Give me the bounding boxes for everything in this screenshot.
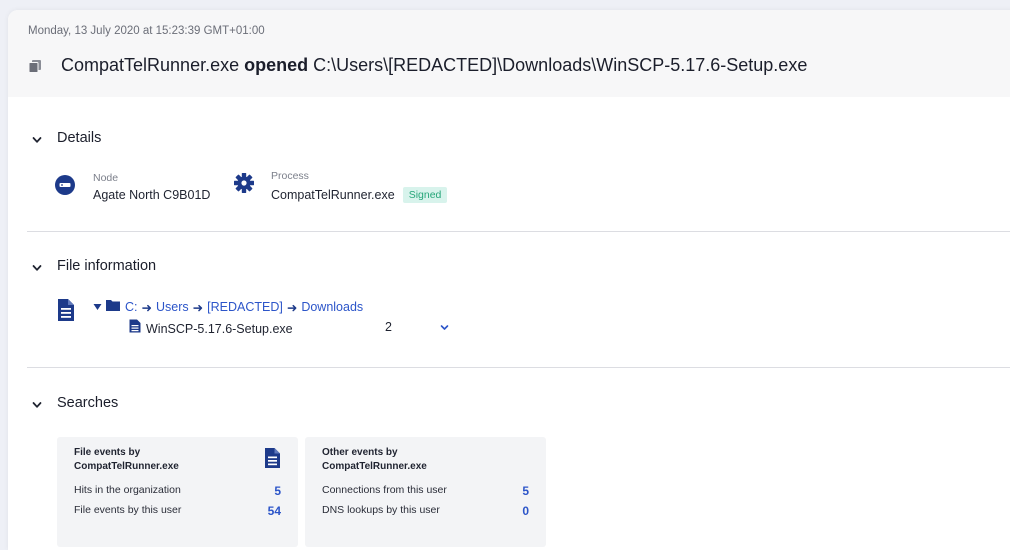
details-section-toggle[interactable]: Details <box>32 130 101 146</box>
path-drive[interactable]: C: <box>125 300 138 314</box>
document-icon <box>264 447 281 474</box>
search-row-value[interactable]: 54 <box>268 504 281 518</box>
search-row-label: Hits in the organization <box>74 484 181 496</box>
chevron-down-icon <box>32 261 42 271</box>
node-value[interactable]: Agate North C9B01D <box>93 188 210 202</box>
file-name: WinSCP-5.17.6-Setup.exe <box>146 321 293 336</box>
search-card-title: Other events by CompatTelRunner.exe <box>322 446 427 474</box>
section-divider <box>27 231 1010 232</box>
file-info-heading: File information <box>57 258 157 274</box>
search-row-label: DNS lookups by this user <box>322 504 440 516</box>
process-label: Process <box>271 170 309 182</box>
event-title: CompatTelRunner.exe opened C:\Users\[RED… <box>61 55 807 76</box>
search-row-value[interactable]: 5 <box>274 484 281 498</box>
process-gear-icon <box>233 172 255 199</box>
node-icon <box>55 175 75 200</box>
folder-icon <box>106 298 120 316</box>
search-card-title-line1: File events by <box>74 447 141 458</box>
search-row-label: File events by this user <box>74 504 182 516</box>
files-icon <box>28 59 42 73</box>
search-row-value[interactable]: 0 <box>522 504 529 518</box>
file-count: 2 <box>385 320 392 334</box>
search-row[interactable]: Hits in the organization 5 <box>74 484 281 498</box>
path-arrow: ➜ <box>141 300 152 315</box>
event-timestamp: Monday, 13 July 2020 at 15:23:39 GMT+01:… <box>28 25 265 37</box>
search-row[interactable]: DNS lookups by this user 0 <box>322 504 529 518</box>
file-info-section-toggle[interactable]: File information <box>32 258 156 274</box>
searches-section-toggle[interactable]: Searches <box>32 395 118 411</box>
search-card-title-line2: CompatTelRunner.exe <box>74 461 179 472</box>
event-detail-card: Monday, 13 July 2020 at 15:23:39 GMT+01:… <box>8 10 1010 550</box>
path-redacted[interactable]: [REDACTED] <box>207 300 283 314</box>
search-row[interactable]: Connections from this user 5 <box>322 484 529 498</box>
chevron-down-icon <box>32 133 42 143</box>
caret-down-icon[interactable] <box>93 298 102 316</box>
search-card-title-line1: Other events by <box>322 447 398 458</box>
file-icon <box>129 319 141 338</box>
file-path-row: C: ➜ Users ➜ [REDACTED] ➜ Downloads <box>93 298 363 316</box>
process-field: Process CompatTelRunner.exe Signed <box>271 170 448 203</box>
search-row-label: Connections from this user <box>322 484 447 496</box>
path-arrow: ➜ <box>286 300 298 315</box>
process-value[interactable]: CompatTelRunner.exe <box>271 188 395 202</box>
searches-heading: Searches <box>57 395 119 411</box>
title-path[interactable]: C:\Users\[REDACTED]\Downloads\WinSCP-5.1… <box>313 55 807 75</box>
search-card-file-events[interactable]: File events by CompatTelRunner.exe Hits … <box>57 437 298 547</box>
path-downloads[interactable]: Downloads <box>301 300 363 314</box>
expand-chevron-icon[interactable] <box>440 319 449 337</box>
node-label: Node <box>93 172 119 184</box>
document-icon <box>57 298 75 327</box>
node-field: Node Agate North C9B01D <box>93 172 210 202</box>
search-card-other-events[interactable]: Other events by CompatTelRunner.exe Conn… <box>305 437 546 547</box>
section-divider <box>27 367 1010 368</box>
event-header: Monday, 13 July 2020 at 15:23:39 GMT+01:… <box>8 10 1010 97</box>
title-action: opened <box>244 55 309 75</box>
chevron-down-icon <box>32 398 42 408</box>
search-row[interactable]: File events by this user 54 <box>74 504 281 518</box>
event-title-row: CompatTelRunner.exe opened C:\Users\[RED… <box>28 55 807 76</box>
search-card-title: File events by CompatTelRunner.exe <box>74 446 179 474</box>
file-entry[interactable]: WinSCP-5.17.6-Setup.exe <box>129 319 293 338</box>
details-heading: Details <box>57 130 102 146</box>
signed-badge: Signed <box>402 187 448 203</box>
path-users[interactable]: Users <box>156 300 189 314</box>
path-arrow: ➜ <box>192 300 204 315</box>
title-process[interactable]: CompatTelRunner.exe <box>61 55 239 75</box>
search-row-value[interactable]: 5 <box>522 484 529 498</box>
search-card-title-line2: CompatTelRunner.exe <box>322 461 427 472</box>
